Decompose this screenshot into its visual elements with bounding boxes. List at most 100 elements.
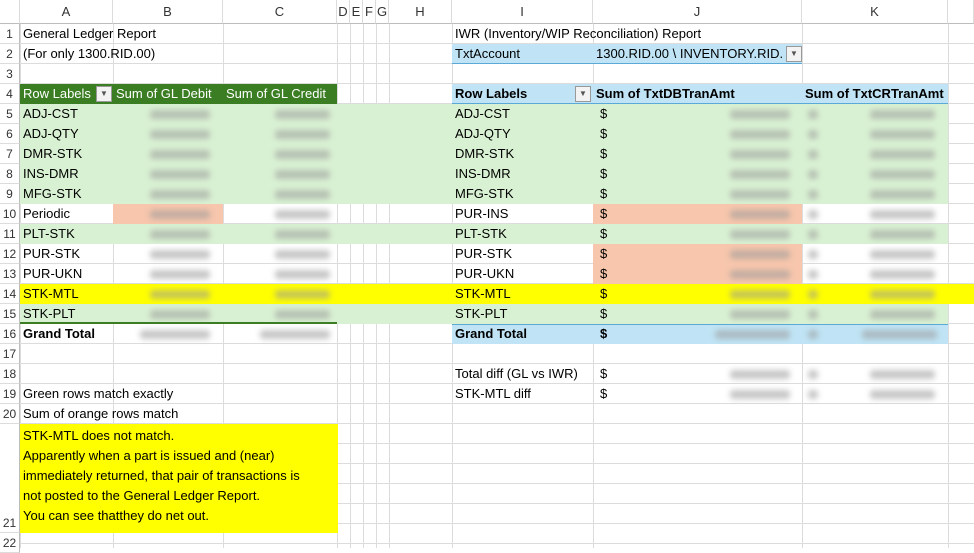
iwr-header-debit[interactable]: Sum of TxtDBTranAmt [593, 84, 735, 104]
column-header-B[interactable]: B [113, 0, 223, 24]
iwr-row-labels-filter-button[interactable]: ▼ [575, 86, 591, 102]
row-header-6[interactable]: 6 [0, 124, 20, 144]
note-line: immediately returned, that pair of trans… [23, 468, 300, 483]
gl-debit-value [150, 190, 210, 199]
iwr-header-row-labels[interactable]: Row Labels [452, 84, 527, 104]
currency-symbol[interactable]: $ [597, 164, 607, 184]
iwr-row-label[interactable]: PLT-STK [452, 224, 507, 244]
column-header-K[interactable]: K [802, 0, 948, 24]
iwr-row-label[interactable]: ADJ-CST [452, 104, 510, 124]
row-header-18[interactable]: 18 [0, 364, 20, 384]
currency-symbol[interactable]: $ [597, 284, 607, 304]
iwr-row-label[interactable]: DMR-STK [452, 144, 514, 164]
gl-row-label[interactable]: PLT-STK [20, 224, 75, 244]
row-header-5[interactable]: 5 [0, 104, 20, 124]
currency-symbol[interactable]: $ [597, 144, 607, 164]
currency-symbol[interactable]: $ [597, 224, 607, 244]
gl-row-label[interactable]: Periodic [20, 204, 70, 224]
currency-symbol[interactable]: $ [597, 384, 607, 404]
column-header-D[interactable]: D [337, 0, 350, 24]
gl-grand-total[interactable]: Grand Total [20, 324, 95, 344]
iwr-row-label[interactable]: MFG-STK [452, 184, 514, 204]
currency-symbol[interactable]: $ [597, 104, 607, 124]
gl-credit-value [275, 290, 330, 299]
gl-row-label[interactable]: PUR-UKN [20, 264, 82, 284]
iwr-report-title[interactable]: IWR (Inventory/WIP Reconciliation) Repor… [452, 24, 701, 44]
gl-credit-value [275, 150, 330, 159]
gl-report-title[interactable]: General Ledger Report [20, 24, 156, 44]
currency-symbol[interactable]: $ [597, 264, 607, 284]
iwr-filter-label[interactable]: TxtAccount [452, 44, 520, 64]
note-green-rows[interactable]: Green rows match exactly [20, 384, 173, 404]
row-header-1[interactable]: 1 [0, 24, 20, 44]
iwr-row-label[interactable]: INS-DMR [452, 164, 511, 184]
iwr-credit-currency [808, 150, 818, 159]
row-header-16[interactable]: 16 [0, 324, 20, 344]
gl-row-label[interactable]: ADJ-QTY [20, 124, 79, 144]
column-header-A[interactable]: A [20, 0, 113, 24]
txtaccount-filter-button[interactable]: ▼ [786, 46, 802, 62]
row-header-2[interactable]: 2 [0, 44, 20, 64]
currency-symbol[interactable]: $ [597, 124, 607, 144]
gl-header-row-labels[interactable]: Row Labels [20, 84, 91, 104]
select-all-corner[interactable] [0, 0, 20, 24]
row-header-9[interactable]: 9 [0, 184, 20, 204]
gl-row-label[interactable]: MFG-STK [20, 184, 82, 204]
row-header-21[interactable]: 21 [0, 424, 20, 533]
gl-row-label[interactable]: ADJ-CST [20, 104, 78, 124]
column-header-H[interactable]: H [389, 0, 452, 24]
column-header-F[interactable]: F [363, 0, 376, 24]
currency-symbol[interactable]: $ [597, 364, 607, 384]
gl-row-label[interactable]: PUR-STK [20, 244, 80, 264]
iwr-row-label[interactable]: PUR-INS [452, 204, 508, 224]
spreadsheet-grid[interactable]: A B C D E F G H I J K 1 2 3 4 5 6 7 8 9 10 11 12 13 14 15 16 17 18 19… [0, 0, 974, 553]
row-header-12[interactable]: 12 [0, 244, 20, 264]
gl-row-label[interactable]: INS-DMR [20, 164, 79, 184]
note-orange-rows[interactable]: Sum of orange rows match [20, 404, 178, 424]
iwr-row-label[interactable]: STK-PLT [452, 304, 508, 324]
iwr-row-label[interactable]: STK-MTL [452, 284, 511, 304]
gl-report-subtitle[interactable]: (For only 1300.RID.00) [20, 44, 155, 64]
currency-symbol[interactable]: $ [597, 244, 607, 264]
row-header-17[interactable]: 17 [0, 344, 20, 364]
gl-row-label[interactable]: DMR-STK [20, 144, 82, 164]
gl-row-label[interactable]: STK-MTL [20, 284, 79, 304]
row-header-22[interactable]: 22 [0, 533, 20, 553]
row-header-8[interactable]: 8 [0, 164, 20, 184]
row-header-14[interactable]: 14 [0, 284, 20, 304]
row-header-7[interactable]: 7 [0, 144, 20, 164]
column-header-J[interactable]: J [593, 0, 802, 24]
column-header-E[interactable]: E [350, 0, 363, 24]
iwr-grand-total[interactable]: Grand Total [452, 324, 527, 344]
column-header-I[interactable]: I [452, 0, 593, 24]
row-header-20[interactable]: 20 [0, 404, 20, 424]
row-header-4[interactable]: 4 [0, 84, 20, 104]
column-gridline [802, 0, 803, 548]
diff-label[interactable]: STK-MTL diff [452, 384, 531, 404]
row-header-10[interactable]: 10 [0, 204, 20, 224]
column-header-G[interactable]: G [376, 0, 389, 24]
row-labels-filter-button[interactable]: ▼ [96, 86, 112, 102]
iwr-header-credit[interactable]: Sum of TxtCRTranAmt [802, 84, 944, 104]
currency-symbol[interactable]: $ [597, 324, 607, 344]
row-header-19[interactable]: 19 [0, 384, 20, 404]
row-header-11[interactable]: 11 [0, 224, 20, 244]
iwr-filter-value[interactable]: 1300.RID.00 \ INVENTORY.RID. [593, 44, 783, 64]
currency-symbol[interactable]: $ [597, 184, 607, 204]
diff-credit-value [870, 390, 935, 399]
row-header-3[interactable]: 3 [0, 64, 20, 84]
column-header-L[interactable] [948, 0, 974, 24]
iwr-row-label[interactable]: PUR-STK [452, 244, 512, 264]
gl-header-credit[interactable]: Sum of GL Credit [223, 84, 326, 104]
gl-row-label[interactable]: STK-PLT [20, 304, 76, 324]
currency-symbol[interactable]: $ [597, 204, 607, 224]
currency-symbol[interactable]: $ [597, 304, 607, 324]
gl-header-debit[interactable]: Sum of GL Debit [113, 84, 212, 104]
row-header-13[interactable]: 13 [0, 264, 20, 284]
column-header-C[interactable]: C [223, 0, 337, 24]
gl-debit-value [150, 290, 210, 299]
row-header-15[interactable]: 15 [0, 304, 20, 324]
iwr-row-label[interactable]: ADJ-QTY [452, 124, 511, 144]
iwr-row-label[interactable]: PUR-UKN [452, 264, 514, 284]
diff-label[interactable]: Total diff (GL vs IWR) [452, 364, 578, 384]
